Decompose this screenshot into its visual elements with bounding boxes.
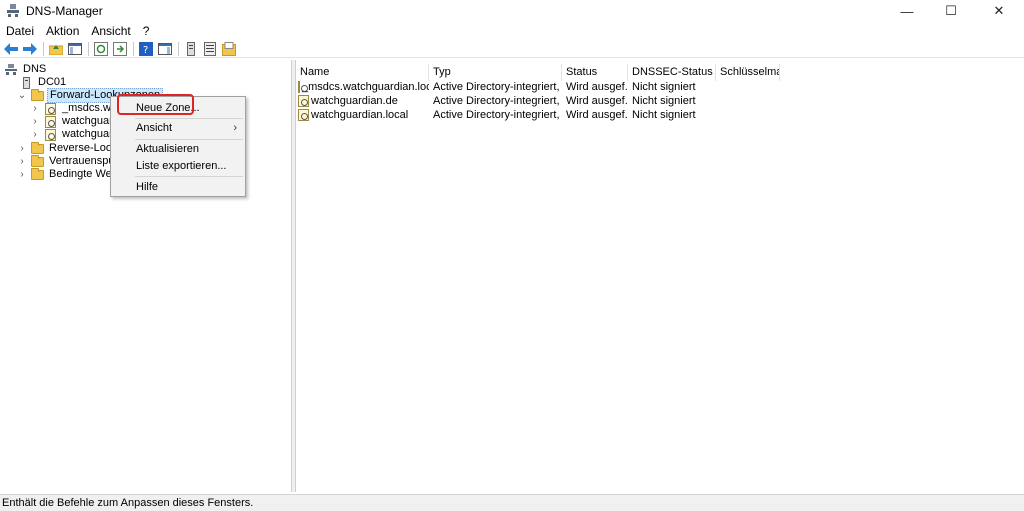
cell-status: Wird ausgef... xyxy=(566,109,628,121)
column-header-dnssec-status[interactable]: DNSSEC-Status xyxy=(628,64,716,81)
svg-text:?: ? xyxy=(143,45,148,56)
toolbar-separator xyxy=(133,41,134,56)
expand-arrow-icon[interactable] xyxy=(6,78,16,88)
menu-item-label: Ansicht xyxy=(136,122,173,134)
column-header-type[interactable]: Typ xyxy=(429,64,562,81)
dns-icon xyxy=(4,63,18,76)
up-folder-icon[interactable] xyxy=(48,41,64,57)
toolbar-separator xyxy=(88,41,89,56)
column-header-status[interactable]: Status xyxy=(562,64,628,81)
menu-separator xyxy=(135,176,243,177)
export-list-icon[interactable] xyxy=(112,41,128,57)
forward-arrow-icon[interactable] xyxy=(22,41,38,57)
close-button[interactable]: ✕ xyxy=(976,0,1022,22)
tree-node-dns[interactable]: DNS xyxy=(4,63,48,76)
toolbar: ? xyxy=(0,40,1024,58)
cell-type: Active Directory-integriert, pri... xyxy=(433,81,562,93)
show-console-tree-icon[interactable] xyxy=(67,41,83,57)
cell-text: watchguardian.de xyxy=(311,95,398,107)
folder-icon xyxy=(30,88,44,102)
title-bar: DNS-Manager — ☐ ✕ xyxy=(0,0,1024,22)
menu-aktion[interactable]: Aktion xyxy=(40,22,85,40)
refresh-icon[interactable] xyxy=(93,41,109,57)
menu-item-refresh[interactable]: Aktualisieren xyxy=(112,140,245,158)
cell-type: Active Directory-integriert, pri... xyxy=(433,95,562,107)
menu-item-label: Hilfe xyxy=(136,181,159,193)
table-row[interactable]: watchguardian.local Active Directory-int… xyxy=(296,108,716,122)
back-arrow-icon[interactable] xyxy=(3,41,19,57)
menu-item-view[interactable]: Ansicht › xyxy=(112,119,245,137)
cell-name: watchguardian.de xyxy=(296,94,429,108)
menu-help[interactable]: ? xyxy=(137,22,156,40)
details-pane: Name Typ Status DNSSEC-Status Schlüsselm… xyxy=(296,60,1024,492)
zone-icon xyxy=(43,128,57,141)
cell-status: Wird ausgef... xyxy=(566,81,628,93)
toolbar-separator xyxy=(178,41,179,56)
cell-status: Wird ausgef... xyxy=(566,95,628,107)
column-header-name[interactable]: Name xyxy=(296,64,429,81)
menu-datei[interactable]: Datei xyxy=(0,22,40,40)
table-row[interactable]: _msdcs.watchguardian.local Active Direct… xyxy=(296,80,716,94)
zone-icon xyxy=(298,81,308,93)
cell-text: watchguardian.local xyxy=(311,109,409,121)
show-action-pane-icon[interactable] xyxy=(157,41,173,57)
chevron-right-icon[interactable]: › xyxy=(17,156,27,167)
maximize-button[interactable]: ☐ xyxy=(928,0,974,22)
cell-dnssec: Nicht signiert xyxy=(632,109,696,121)
folder-icon xyxy=(30,141,44,155)
list-header: Name Typ Status DNSSEC-Status Schlüsselm… xyxy=(296,64,780,81)
menu-item-export-list[interactable]: Liste exportieren... xyxy=(112,157,245,175)
zone-properties-icon[interactable] xyxy=(221,41,237,57)
help-icon[interactable]: ? xyxy=(138,41,154,57)
cell-text: _msdcs.watchguardian.local xyxy=(302,81,429,93)
records-list-icon[interactable] xyxy=(202,41,218,57)
menu-ansicht[interactable]: Ansicht xyxy=(85,22,136,40)
window-title: DNS-Manager xyxy=(26,4,103,18)
folder-icon xyxy=(30,167,44,181)
zone-icon xyxy=(298,95,309,107)
chevron-right-icon[interactable]: › xyxy=(30,116,40,127)
zone-icon xyxy=(43,115,57,128)
cell-dnssec: Nicht signiert xyxy=(632,95,696,107)
menu-item-label: Aktualisieren xyxy=(136,143,199,155)
cell-name: watchguardian.local xyxy=(296,108,429,122)
table-row[interactable]: watchguardian.de Active Directory-integr… xyxy=(296,94,716,108)
zone-icon xyxy=(43,102,57,115)
menu-bar: Datei Aktion Ansicht ? xyxy=(0,22,1024,40)
minimize-button[interactable]: — xyxy=(884,0,930,22)
cell-name: _msdcs.watchguardian.local xyxy=(296,80,429,94)
tree-label: DNS xyxy=(23,63,47,75)
chevron-right-icon[interactable]: › xyxy=(30,103,40,114)
highlight-annotation xyxy=(117,94,194,115)
cell-dnssec: Nicht signiert xyxy=(632,81,696,93)
dns-manager-icon xyxy=(6,4,20,18)
server-icon xyxy=(19,76,33,89)
cell-type: Active Directory-integriert, pri... xyxy=(433,109,562,121)
chevron-right-icon[interactable]: › xyxy=(17,169,27,180)
zone-icon xyxy=(298,109,309,121)
menu-item-label: Liste exportieren... xyxy=(136,160,227,172)
column-header-key-master[interactable]: Schlüsselma... xyxy=(716,64,780,81)
chevron-right-icon: › xyxy=(233,122,237,134)
server-icon[interactable] xyxy=(183,41,199,57)
status-bar: Enthält die Befehle zum Anpassen dieses … xyxy=(0,494,1024,511)
toolbar-separator xyxy=(43,41,44,56)
menu-item-help[interactable]: Hilfe xyxy=(112,178,245,196)
chevron-right-icon[interactable]: › xyxy=(17,143,27,154)
chevron-down-icon[interactable]: ⌄ xyxy=(17,90,27,101)
folder-icon xyxy=(30,154,44,168)
chevron-right-icon[interactable]: › xyxy=(30,129,40,140)
status-text: Enthält die Befehle zum Anpassen dieses … xyxy=(2,497,254,509)
